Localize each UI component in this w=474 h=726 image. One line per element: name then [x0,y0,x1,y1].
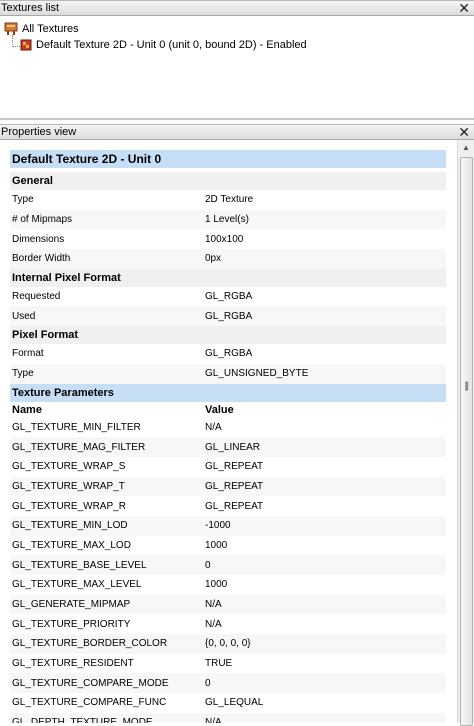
tree-item-label: Default Texture 2D - Unit 0 (unit 0, bou… [36,39,307,51]
property-value: GL_REPEAT [205,500,264,512]
property-value: {0, 0, 0, 0} [205,638,251,650]
property-value: GL_RGBA [205,348,253,360]
property-row[interactable]: Type 2D Texture [10,190,446,210]
property-row[interactable]: GL_DEPTH_TEXTURE_MODE N/A [10,712,446,723]
property-row[interactable]: GL_TEXTURE_MIN_FILTER N/A [10,418,446,438]
property-value: 1 Level(s) [205,214,249,226]
texture-icon [20,39,32,51]
property-value: 0 [205,559,211,571]
property-name: GL_TEXTURE_MAX_LOD [12,539,131,551]
property-value: TRUE [205,658,233,670]
property-name: Type [12,194,34,206]
tree-item-all-textures[interactable]: All Textures [4,21,79,37]
property-row[interactable]: GL_GENERATE_MIPMAP N/A [10,594,446,615]
property-value: GL_UNSIGNED_BYTE [205,368,309,380]
properties-scrollbar[interactable]: ▲ ■ ■ ■ [457,140,474,726]
property-value: GL_REPEAT [205,480,264,492]
property-value: N/A [205,421,222,433]
property-name: GL_TEXTURE_RESIDENT [12,658,134,670]
property-row[interactable]: Dimensions 100x100 [10,229,446,249]
properties-view-title: Properties view [1,126,77,138]
property-name: GL_TEXTURE_MIN_LOD [12,520,128,532]
property-name: GL_TEXTURE_COMPARE_FUNC [12,697,167,709]
property-row[interactable]: Format GL_RGBA [10,344,446,364]
property-name: Used [12,310,36,322]
property-name: GL_TEXTURE_BASE_LEVEL [12,559,147,571]
property-row[interactable]: GL_TEXTURE_WRAP_T GL_REPEAT [10,476,446,497]
property-row[interactable]: GL_TEXTURE_BASE_LEVEL 0 [10,555,446,575]
property-row[interactable]: GL_TEXTURE_MAX_LOD 1000 [10,536,446,556]
params-column-header: Name Value [10,402,446,418]
tree-item-label: All Textures [22,23,79,35]
property-value: GL_REPEAT [205,461,264,473]
property-row[interactable]: GL_TEXTURE_WRAP_R GL_REPEAT [10,496,446,516]
property-name: GL_GENERATE_MIPMAP [12,599,131,611]
property-name: Requested [12,291,61,303]
property-name: GL_DEPTH_TEXTURE_MODE [12,717,153,723]
property-row[interactable]: Type GL_UNSIGNED_BYTE [10,363,446,384]
property-name: GL_TEXTURE_MAG_FILTER [12,441,146,453]
property-row[interactable]: Requested GL_RGBA [10,287,446,307]
property-name: GL_TEXTURE_WRAP_R [12,500,126,512]
property-name: GL_TEXTURE_PRIORITY [12,618,131,630]
properties-heading: Default Texture 2D - Unit 0 [10,150,446,168]
property-row[interactable]: Border Width 0px [10,249,446,269]
property-name: Border Width [12,253,71,265]
textures-list-header: Textures list ✕ [0,0,474,16]
property-row[interactable]: GL_TEXTURE_COMPARE_MODE 0 [10,673,446,694]
property-value: N/A [205,717,222,723]
property-row[interactable]: GL_TEXTURE_MIN_LOD -1000 [10,515,446,536]
property-row[interactable]: GL_TEXTURE_MAX_LEVEL 1000 [10,575,446,595]
textures-list-close-icon[interactable]: ✕ [458,0,470,16]
section-texture-parameters: Texture Parameters [10,383,446,402]
property-row[interactable]: GL_TEXTURE_BORDER_COLOR {0, 0, 0, 0} [10,634,446,654]
property-value: 100x100 [205,233,244,245]
property-name: GL_TEXTURE_COMPARE_MODE [12,677,169,689]
section-general: General [10,172,446,190]
property-name: GL_TEXTURE_WRAP_S [12,461,126,473]
properties-view-header: Properties view ✕ [0,124,474,140]
property-name: # of Mipmaps [12,214,73,226]
property-value: 1000 [205,539,228,551]
textures-list-title: Textures list [1,2,60,14]
property-name: GL_TEXTURE_BORDER_COLOR [12,638,168,650]
property-value: 1000 [205,579,228,591]
property-value: GL_RGBA [205,291,253,303]
property-row[interactable]: # of Mipmaps 1 Level(s) [10,209,446,230]
property-name: Dimensions [12,233,65,245]
property-name: GL_TEXTURE_MIN_FILTER [12,421,141,433]
property-row[interactable]: Used GL_RGBA [10,306,446,327]
property-value: GL_LINEAR [205,441,261,453]
section-internal-pixel-format: Internal Pixel Format [10,268,446,287]
property-value: 0px [205,253,222,265]
scroll-up-arrow-icon[interactable]: ▲ [458,140,474,156]
property-row[interactable]: GL_TEXTURE_WRAP_S GL_REPEAT [10,457,446,477]
property-name: Format [12,348,44,360]
scroll-thumb[interactable]: ■ ■ ■ [460,157,473,726]
property-name: Type [12,368,34,380]
property-value: GL_RGBA [205,310,253,322]
scroll-grip-icon: ■ ■ ■ [464,381,469,393]
tree-item-default-texture[interactable]: Default Texture 2D - Unit 0 (unit 0, bou… [20,37,307,53]
property-value: 2D Texture [205,194,254,206]
textures-tree: All Textures Default Texture 2D - Unit 0… [0,16,474,120]
property-name: GL_TEXTURE_MAX_LEVEL [12,579,142,591]
property-value: GL_LEQUAL [205,697,264,709]
tree-connector [12,46,20,48]
properties-view: Default Texture 2D - Unit 0 General Type… [0,140,474,723]
properties-view-close-icon[interactable]: ✕ [458,124,470,140]
property-row[interactable]: GL_TEXTURE_RESIDENT TRUE [10,654,446,674]
property-name: GL_TEXTURE_WRAP_T [12,480,125,492]
texture-group-icon [4,22,18,35]
section-pixel-format: Pixel Format [10,326,446,345]
column-value-header: Value [205,403,234,416]
column-name-header: Name [12,403,42,416]
property-row[interactable]: GL_TEXTURE_COMPARE_FUNC GL_LEQUAL [10,693,446,713]
property-value: N/A [205,599,222,611]
property-row[interactable]: GL_TEXTURE_PRIORITY N/A [10,614,446,634]
property-row[interactable]: GL_TEXTURE_MAG_FILTER GL_LINEAR [10,437,446,457]
property-value: -1000 [205,520,231,532]
property-value: N/A [205,618,222,630]
property-value: 0 [205,677,211,689]
